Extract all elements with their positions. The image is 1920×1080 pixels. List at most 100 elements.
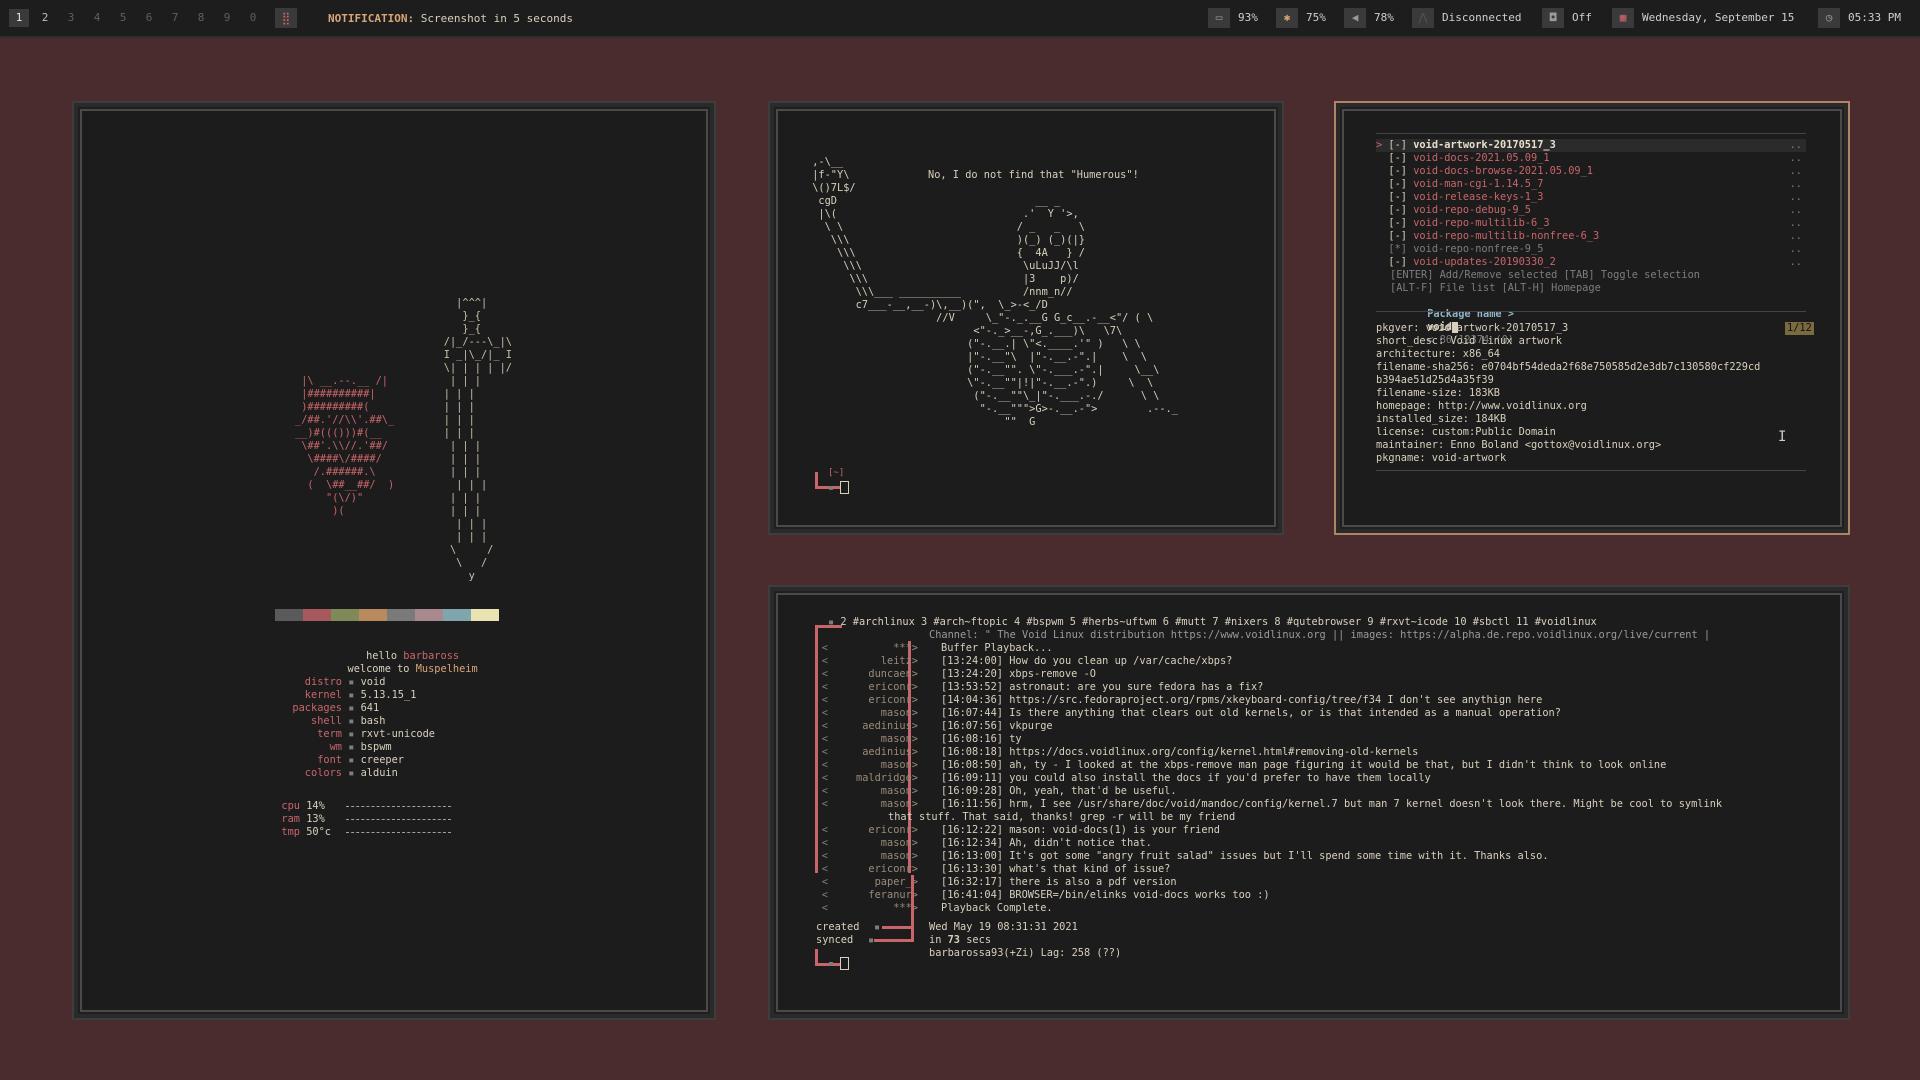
irc-nick: ***> (893, 642, 918, 654)
palette-swatch (415, 609, 443, 621)
workspace-6[interactable]: 6 (139, 9, 159, 27)
welcome-text: welcome to (347, 663, 410, 675)
package-item[interactable]: > [-] void-artwork-20170517_3.. (1376, 139, 1806, 152)
calendar-icon: ▦ (1612, 8, 1634, 28)
irc-window[interactable]: ▪ 2 #archlinux 3 #arch~ftopic 4 #bspwm 5… (768, 585, 1850, 1020)
xbps-window[interactable]: > [-] void-artwork-20170517_3.. [-] void… (1334, 101, 1850, 535)
brightness-status[interactable]: ✱ 75% (1276, 8, 1326, 28)
workspace-7[interactable]: 7 (165, 9, 185, 27)
irc-text: [16:09:11] you could also install the do… (941, 772, 1431, 784)
workspace-3[interactable]: 3 (61, 9, 81, 27)
wifi-icon: ⋀ (1412, 8, 1434, 28)
irc-text: [16:32:17] there is also a pdf version (941, 876, 1177, 888)
fetch-row: wm ▪ bspwm (329, 741, 392, 753)
package-item[interactable]: [-] void-release-keys-1_3.. (1376, 191, 1806, 204)
irc-nick: ericonr> (868, 681, 918, 693)
workspace-8[interactable]: 8 (191, 9, 211, 27)
palette-swatch (443, 609, 471, 621)
irc-terminal[interactable]: ▪ 2 #archlinux 3 #arch~ftopic 4 #bspwm 5… (776, 593, 1842, 1012)
color-palette (275, 609, 499, 621)
irc-text: [16:11:56] hrm, I see /usr/share/doc/voi… (941, 798, 1723, 810)
irc-message: < ***> Playback Complete. (821, 902, 1053, 914)
package-item[interactable]: [*] void-repo-nonfree-9_5.. (1376, 243, 1806, 256)
battery-status[interactable]: ▭ 93% (1208, 8, 1258, 28)
brightness-value: 75% (1306, 11, 1326, 24)
irc-input[interactable]: ▪ (828, 957, 850, 970)
package-info-line: homepage: http://www.voidlinux.org (1376, 400, 1587, 412)
fetch-meter: tmp 50°c (272, 826, 452, 839)
fetch-terminal[interactable]: |^^^| }_{ }_{ /|_/---\_|\ I _|\_/|_ I \|… (80, 109, 708, 1012)
irc-text: [16:08:50] ah, ty - I looked at the xbps… (941, 759, 1667, 771)
workspace-2[interactable]: 2 (35, 9, 55, 27)
art-terminal[interactable]: ,-\__ |f-"Y\ \()7L$/ cgD __ _ |\( .' Y '… (776, 109, 1276, 527)
volume-status[interactable]: ◀ 78% (1344, 8, 1394, 28)
fetch-window[interactable]: |^^^| }_{ }_{ /|_/---\_|\ I _|\_/|_ I \|… (72, 101, 716, 1020)
terminal-cursor (840, 481, 850, 494)
irc-message: < mason> [16:13:00] It's got some "angry f… (821, 850, 1549, 862)
package-item[interactable]: [-] void-repo-multilib-nonfree-6_3.. (1376, 230, 1806, 243)
irc-message: < paper_> [16:32:17] there is also a pdf v… (821, 876, 1177, 888)
package-info-line: filename-size: 183KB (1376, 387, 1500, 399)
package-info: pkgver: void-artwork-20170517_3 short_des… (1376, 322, 1760, 465)
irc-message: < feranur> [16:41:04] BROWSER=/bin/elinks … (821, 889, 1270, 901)
fetch-row: shell ▪ bash (311, 715, 386, 727)
xbps-terminal[interactable]: > [-] void-artwork-20170517_3.. [-] void… (1342, 109, 1842, 527)
package-item[interactable]: [-] void-docs-browse-2021.05.09_1.. (1376, 165, 1806, 178)
irc-nick: mason> (880, 798, 918, 810)
network-status[interactable]: ⋀ Disconnected (1412, 8, 1521, 28)
package-info-line: filename-sha256: e0704bf54deda2f68e75058… (1376, 361, 1761, 373)
text-cursor-icon: I (1778, 429, 1787, 445)
top-rule (1376, 133, 1806, 134)
irc-message: < mason> [16:09:28] Oh, yeah, that'd be us… (821, 785, 1177, 797)
art-window[interactable]: ,-\__ |f-"Y\ \()7L$/ cgD __ _ |\( .' Y '… (768, 101, 1284, 535)
package-item[interactable]: [-] void-docs-2021.05.09_1.. (1376, 152, 1806, 165)
irc-text: [16:12:22] mason: void-docs(1) is your f… (941, 824, 1220, 836)
ascii-art: ,-\__ |f-"Y\ \()7L$/ cgD __ _ |\( .' Y '… (812, 156, 1178, 428)
prompt-line[interactable]: ▪ (828, 481, 850, 495)
irc-message: < leitz> [13:24:00] How do you clean up /v… (821, 655, 1233, 667)
irc-nick: duncaen> (868, 668, 918, 680)
irc-message: < mason> [16:11:56] hrm, I see /usr/share/… (821, 798, 1723, 810)
package-item[interactable]: [-] void-updates-20190330_2.. (1376, 256, 1806, 269)
irc-text: [14:04:36] https://src.fedoraproject.org… (941, 694, 1543, 706)
synced-connector (874, 939, 914, 942)
irc-text: Buffer Playback... (941, 642, 1053, 654)
package-list[interactable]: > [-] void-artwork-20170517_3.. [-] void… (1376, 139, 1806, 269)
fetch-row: term ▪ rxvt-unicode (317, 728, 436, 740)
package-item[interactable]: [-] void-man-cgi-1.14.5_7.. (1376, 178, 1806, 191)
irc-text: [16:07:44] Is there anything that clears… (941, 707, 1561, 719)
package-item[interactable]: [-] void-repo-debug-9_5.. (1376, 204, 1806, 217)
irc-nick: mason> (880, 785, 918, 797)
grid-icon[interactable]: ⣿ (275, 8, 297, 28)
search-label: Package name > (1427, 308, 1514, 320)
workspace-9[interactable]: 9 (217, 9, 237, 27)
vpn-status[interactable]: ◘ Off (1542, 8, 1592, 28)
bottom-rule (1376, 470, 1806, 471)
palette-swatch (303, 609, 331, 621)
help-line-1: [ENTER] Add/Remove selected [TAB] Toggle… (1390, 269, 1700, 281)
created-connector (882, 926, 914, 929)
irc-nick: maldridge> (856, 772, 918, 784)
irc-nick: ericonr> (868, 694, 918, 706)
irc-nick: leitz> (880, 655, 918, 667)
workspace-5[interactable]: 5 (113, 9, 133, 27)
volume-value: 78% (1374, 11, 1394, 24)
workspace-0[interactable]: 0 (243, 9, 263, 27)
package-item[interactable]: [-] void-repo-multilib-6_3.. (1376, 217, 1806, 230)
channel-list[interactable]: ▪ 2 #archlinux 3 #arch~ftopic 4 #bspwm 5… (828, 616, 1597, 629)
synced-row: synced ▪ (816, 934, 875, 946)
date-status[interactable]: ▦ Wednesday, September 15 (1612, 8, 1794, 28)
top-bar: 1234567890 ⣿ NOTIFICATION: Screenshot in… (0, 0, 1920, 38)
fetch-row: colors ▪ alduin (304, 767, 398, 779)
irc-message: < maldridge> [16:09:11] you could also ins… (821, 772, 1431, 784)
irc-text: [13:24:20] xbps-remove -O (941, 668, 1096, 680)
workspace-1[interactable]: 1 (9, 9, 29, 27)
channel-topic: Channel: " The Void Linux distribution h… (929, 629, 1711, 641)
irc-nick: aedinius> (862, 746, 918, 758)
workspace-4[interactable]: 4 (87, 9, 107, 27)
notification: NOTIFICATION: Screenshot in 5 seconds (328, 12, 573, 25)
fetch-row: packages ▪ 641 (292, 702, 380, 714)
date-value: Wednesday, September 15 (1642, 11, 1795, 24)
clock-status[interactable]: ◷ 05:33 PM (1818, 8, 1901, 28)
irc-message: < duncaen> [13:24:20] xbps-remove -O (821, 668, 1096, 680)
